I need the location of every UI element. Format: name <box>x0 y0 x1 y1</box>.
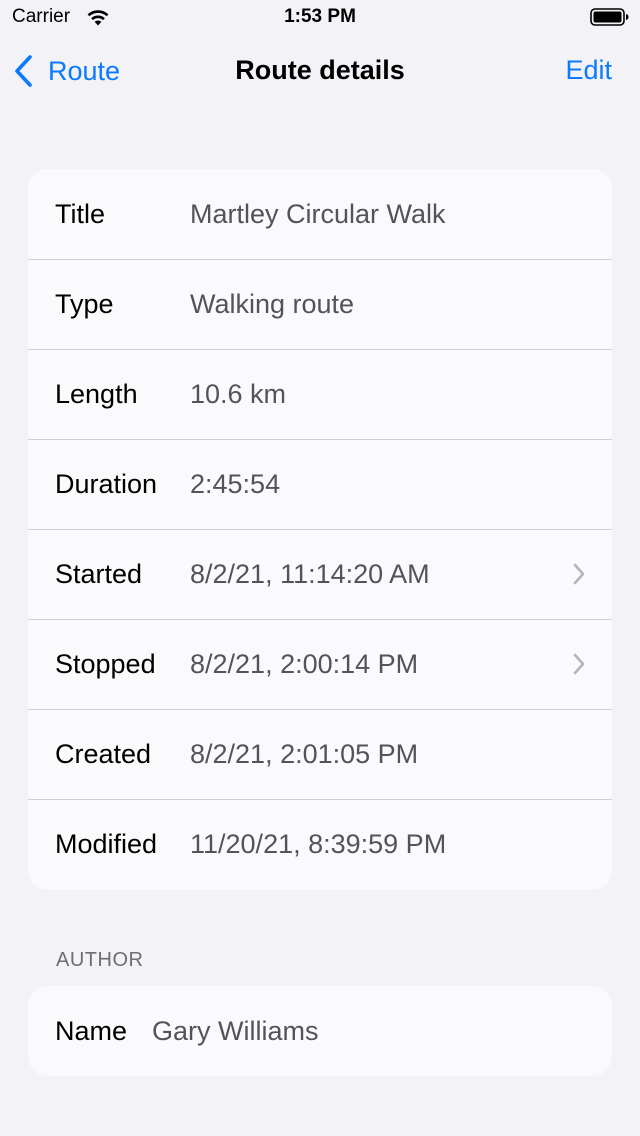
edit-button[interactable]: Edit <box>565 55 612 86</box>
detail-row-length: Length 10.6 km <box>28 349 612 439</box>
author-section-header: AUTHOR <box>56 949 144 971</box>
detail-row-duration: Duration 2:45:54 <box>28 439 612 529</box>
navigation-bar: Route Route details Edit <box>0 36 640 108</box>
row-value: 2:45:54 <box>190 468 281 499</box>
battery-icon <box>590 8 629 26</box>
row-label: Modified <box>55 828 158 859</box>
detail-row-stopped[interactable]: Stopped 8/2/21, 2:00:14 PM <box>28 619 612 709</box>
author-card: Name Gary Williams <box>28 986 612 1076</box>
row-label: Name <box>55 1015 128 1046</box>
row-value: 8/2/21, 2:01:05 PM <box>190 738 419 769</box>
row-label: Title <box>55 198 106 229</box>
page-title: Route details <box>235 55 405 85</box>
row-label: Stopped <box>55 648 156 679</box>
row-label: Length <box>55 378 138 409</box>
row-label: Duration <box>55 468 158 499</box>
status-time: 1:53 PM <box>284 6 356 27</box>
chevron-right-icon <box>573 563 585 585</box>
detail-row-title: Title Martley Circular Walk <box>28 169 612 259</box>
detail-row-started[interactable]: Started 8/2/21, 11:14:20 AM <box>28 529 612 619</box>
status-bar: Carrier 1:53 PM <box>0 0 640 36</box>
chevron-right-icon <box>573 653 585 675</box>
detail-row-created: Created 8/2/21, 2:01:05 PM <box>28 709 612 799</box>
author-name-row: Name Gary Williams <box>28 986 612 1076</box>
row-value: 8/2/21, 2:00:14 PM <box>190 648 419 679</box>
detail-row-type: Type Walking route <box>28 259 612 349</box>
row-label: Started <box>55 558 143 589</box>
route-details-card: Title Martley Circular Walk Type Walking… <box>28 169 612 890</box>
author-name-value: Gary Williams <box>152 1015 319 1046</box>
row-value: 10.6 km <box>190 378 287 409</box>
row-value: 8/2/21, 11:14:20 AM <box>190 558 430 589</box>
detail-row-modified: Modified 11/20/21, 8:39:59 PM <box>28 799 612 889</box>
row-value: 11/20/21, 8:39:59 PM <box>190 828 447 859</box>
row-label: Created <box>55 738 152 769</box>
row-value: Walking route <box>190 288 355 319</box>
row-label: Type <box>55 288 114 319</box>
row-value: Martley Circular Walk <box>190 198 446 229</box>
